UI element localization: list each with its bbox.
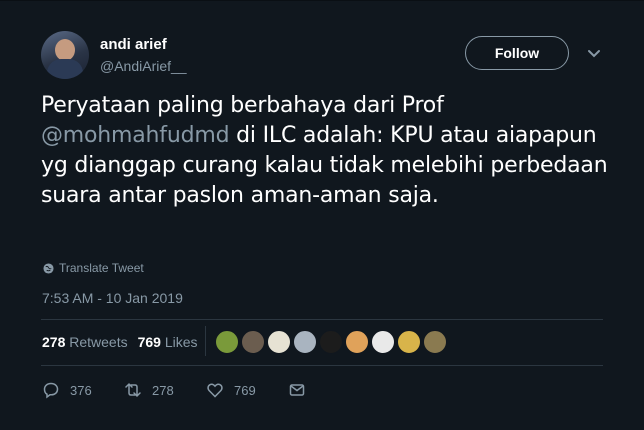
reply-icon <box>43 382 59 399</box>
like-count: 769 <box>234 382 256 398</box>
retweet-button[interactable]: 278 <box>124 381 206 399</box>
tweet-text-part1: Peryataan paling berbahaya dari Prof <box>41 93 444 118</box>
avatar-body <box>47 59 83 79</box>
direct-message-button[interactable] <box>288 381 306 399</box>
liker-avatars <box>215 330 449 354</box>
likes-count: 769 <box>137 334 161 350</box>
retweets-stat[interactable]: 278 Retweets <box>42 334 128 350</box>
liker-avatar[interactable] <box>423 330 447 354</box>
reply-button[interactable]: 376 <box>42 381 124 399</box>
globe-icon <box>43 262 54 274</box>
envelope-icon <box>289 384 305 396</box>
retweet-count: 278 <box>152 382 174 398</box>
retweets-count: 278 <box>42 334 66 350</box>
stats-separator <box>205 326 206 356</box>
user-display-name[interactable]: andi arief <box>100 36 167 53</box>
tweet-text: Peryataan paling berbahaya dari Prof @mo… <box>41 91 621 211</box>
liker-avatar[interactable] <box>371 330 395 354</box>
chevron-down-icon[interactable] <box>585 45 603 63</box>
reply-count: 376 <box>70 382 92 398</box>
mention-link[interactable]: @mohmahfudmd <box>41 123 230 148</box>
tweet-stats: 278 Retweets 769 Likes <box>42 334 198 350</box>
liker-avatar[interactable] <box>397 330 421 354</box>
likes-stat[interactable]: 769 Likes <box>138 334 198 350</box>
avatar[interactable] <box>41 31 89 79</box>
tweet-card: andi arief @AndiArief__ Follow Peryataan… <box>0 0 644 430</box>
like-button[interactable]: 769 <box>206 381 288 399</box>
heart-icon <box>207 383 223 398</box>
divider <box>41 365 603 366</box>
avatar-face <box>55 39 75 61</box>
retweet-icon <box>125 382 141 398</box>
liker-avatar[interactable] <box>319 330 343 354</box>
liker-avatar[interactable] <box>293 330 317 354</box>
retweets-label: Retweets <box>69 334 128 350</box>
follow-button[interactable]: Follow <box>465 36 569 70</box>
likes-label: Likes <box>164 334 198 350</box>
liker-avatar[interactable] <box>215 330 239 354</box>
translate-tweet-link[interactable]: Translate Tweet <box>43 261 144 275</box>
tweet-actions: 376 278 769 <box>42 381 306 399</box>
tweet-timestamp[interactable]: 7:53 AM - 10 Jan 2019 <box>42 290 183 306</box>
user-handle[interactable]: @AndiArief__ <box>100 58 187 74</box>
divider <box>41 319 603 320</box>
liker-avatar[interactable] <box>267 330 291 354</box>
liker-avatar[interactable] <box>345 330 369 354</box>
translate-label: Translate Tweet <box>59 261 144 275</box>
liker-avatar[interactable] <box>241 330 265 354</box>
